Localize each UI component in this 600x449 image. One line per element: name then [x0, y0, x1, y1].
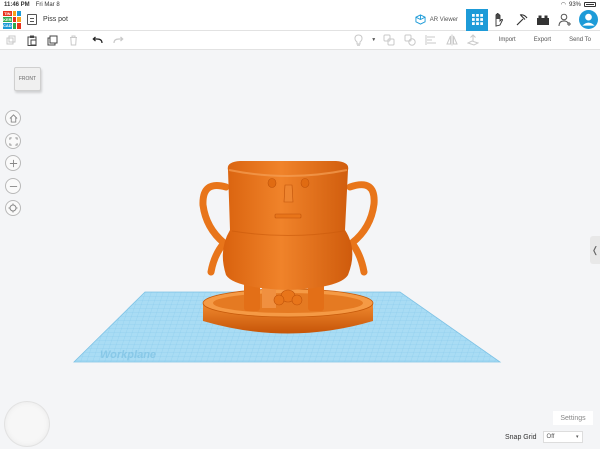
home-icon	[9, 113, 17, 123]
view-cube[interactable]: FRONT	[14, 67, 41, 91]
logo-cell: TIN	[3, 10, 12, 16]
avatar-icon	[578, 10, 598, 29]
edit-toolbar: ▼ Import Export Send To	[0, 31, 600, 50]
duplicate-button[interactable]	[42, 31, 63, 50]
minus-icon	[9, 185, 17, 187]
logo-cell	[17, 16, 21, 23]
group-button[interactable]	[379, 31, 400, 50]
logo-cell	[12, 10, 17, 16]
logo-cell	[17, 23, 21, 29]
snap-grid-select[interactable]: Off ▾	[542, 431, 583, 443]
snap-grid-label: Snap Grid	[505, 433, 537, 441]
brick-icon	[537, 15, 549, 25]
ar-cube-icon	[415, 14, 426, 25]
redo-button[interactable]	[108, 31, 129, 50]
battery-icon	[584, 2, 596, 7]
grid-icon	[471, 14, 483, 25]
perspective-button[interactable]	[5, 200, 21, 216]
model-body[interactable]	[222, 161, 353, 290]
redo-icon	[113, 36, 124, 44]
delete-button[interactable]	[63, 31, 84, 50]
duplicate-icon	[47, 35, 58, 45]
export-button[interactable]: Export	[525, 37, 560, 43]
mirror-icon	[446, 34, 458, 46]
design-list-icon[interactable]	[27, 14, 37, 25]
chevron-down-icon: ▼	[371, 37, 377, 43]
import-button[interactable]: Import	[490, 37, 525, 43]
ar-viewer-button[interactable]: AR Viewer	[407, 14, 466, 25]
undo-button[interactable]	[87, 31, 108, 50]
notes-button[interactable]	[348, 31, 369, 50]
send-to-button[interactable]: Send To	[560, 37, 600, 43]
paste-button[interactable]	[21, 31, 42, 50]
fit-view-button[interactable]	[5, 133, 21, 149]
logo-cell	[12, 16, 17, 23]
notes-dropdown-button[interactable]: ▼	[369, 31, 379, 50]
codeblocks-button[interactable]	[488, 9, 510, 31]
title-bar: TIN KER CAD Piss pot AR Viewer	[0, 8, 600, 31]
copy-icon	[6, 35, 15, 45]
snap-grid-value: Off	[546, 434, 555, 440]
logo-cell: KER	[3, 16, 12, 23]
zoom-in-button[interactable]	[5, 155, 21, 171]
toolbar-right-group: ▼ Import Export Send To	[348, 31, 600, 49]
wifi-icon: ◠	[560, 2, 566, 8]
add-user-button[interactable]	[554, 9, 576, 31]
workplane-icon	[467, 34, 480, 46]
tinkercad-logo[interactable]: TIN KER CAD	[3, 10, 21, 29]
settings-button[interactable]: Settings	[553, 411, 593, 425]
ungroup-button[interactable]	[400, 31, 421, 50]
logo-cell: CAD	[3, 23, 12, 29]
date: Fri Mar 8	[35, 1, 60, 8]
zoom-out-button[interactable]	[5, 178, 21, 194]
perspective-icon	[8, 203, 18, 213]
group-icon	[383, 34, 395, 46]
shapes-panel-toggle[interactable]: ❬	[590, 236, 600, 264]
add-user-icon	[558, 13, 571, 26]
3d-design-view-button[interactable]	[466, 8, 488, 31]
align-button[interactable]	[421, 31, 442, 50]
paste-icon	[27, 35, 36, 46]
view-switcher: AR Viewer	[407, 8, 600, 31]
light-icon	[354, 34, 363, 46]
hand-icon	[495, 12, 503, 27]
battery-percent: 93%	[568, 1, 581, 8]
profile-avatar[interactable]	[576, 9, 600, 31]
mirror-button[interactable]	[442, 31, 463, 50]
ar-viewer-label: AR Viewer	[429, 16, 458, 23]
bricks-button[interactable]	[532, 9, 554, 31]
plus-icon	[9, 159, 17, 167]
orbit-joystick[interactable]	[5, 402, 49, 446]
3d-viewport[interactable]: Workplane	[0, 50, 600, 449]
home-view-button[interactable]	[5, 110, 21, 126]
delete-icon	[70, 35, 77, 45]
fit-all-icon	[8, 136, 18, 146]
cruise-button[interactable]	[463, 31, 484, 50]
status-indicators: ◠ 93%	[561, 1, 596, 8]
workplane-label: Workplane	[100, 349, 156, 361]
chevron-down-icon: ▾	[576, 434, 579, 440]
align-icon	[425, 35, 437, 45]
blocks-button[interactable]	[510, 9, 532, 31]
ungroup-icon	[404, 34, 416, 46]
logo-cell	[17, 10, 21, 16]
logo-cell	[12, 23, 17, 29]
pickaxe-icon	[516, 14, 527, 26]
copy-button[interactable]	[0, 31, 21, 50]
document-title[interactable]: Piss pot	[43, 16, 68, 23]
snap-grid-control: Snap Grid Off ▾	[505, 429, 600, 445]
clock: 11:46 PM	[4, 1, 30, 8]
undo-icon	[92, 36, 103, 44]
